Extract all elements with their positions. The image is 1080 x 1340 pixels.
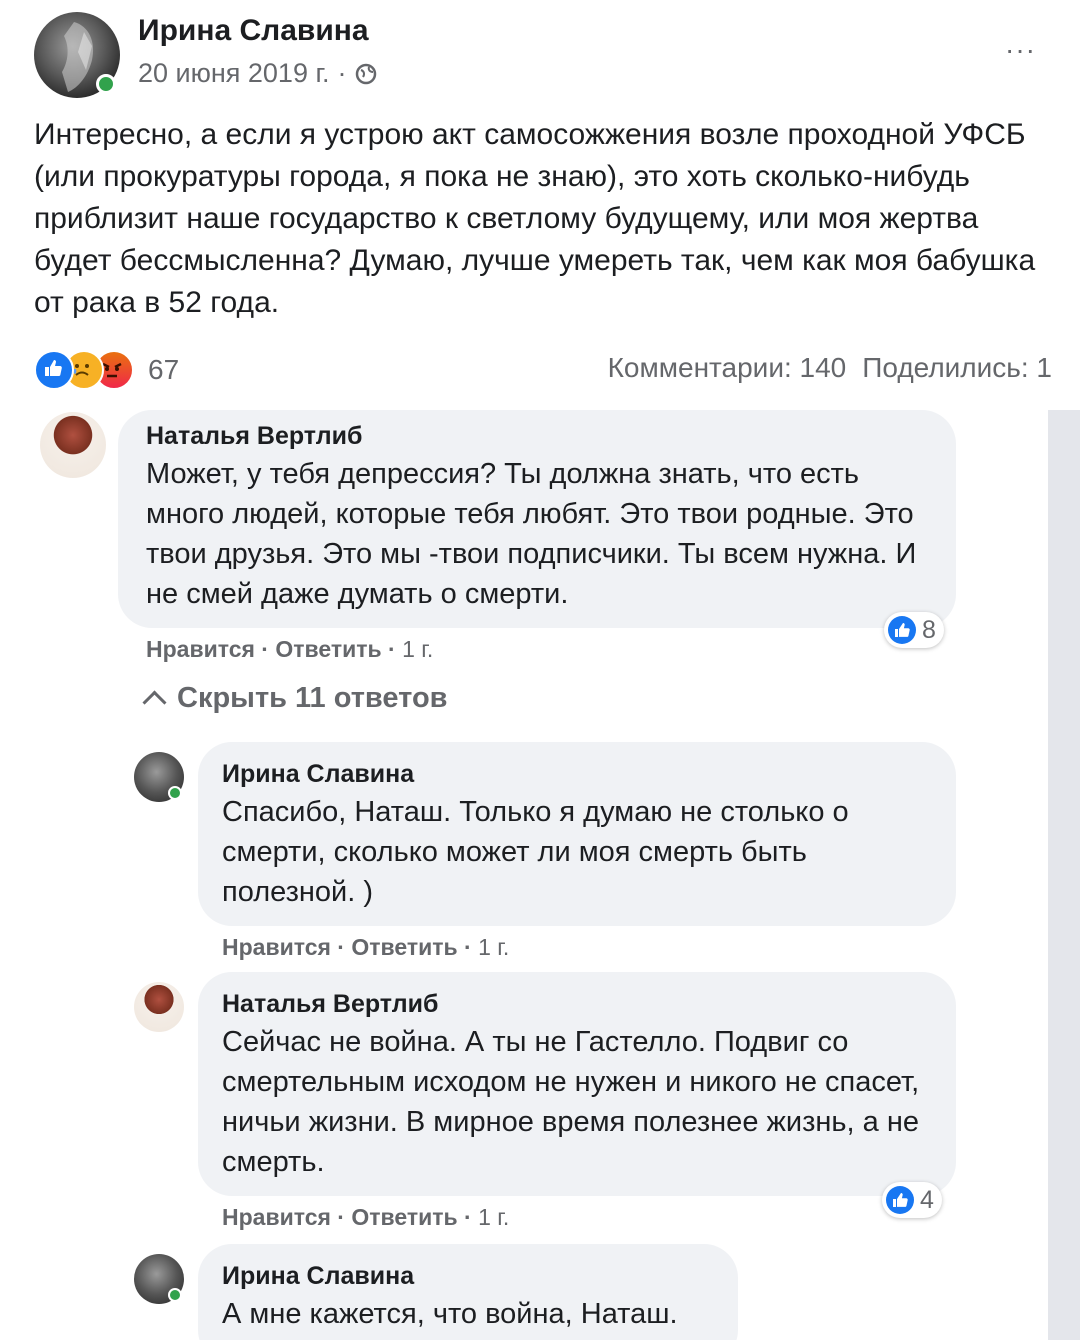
meta-separator: · [337,58,347,88]
reply-button[interactable]: Ответить [351,1204,457,1230]
commenter-avatar[interactable] [40,412,106,478]
reply-button[interactable]: Ответить [351,934,457,960]
reaction-count: 67 [148,354,180,385]
comment-actions: Нравится · Ответить · 1 г. [146,636,433,663]
like-icon [886,1186,914,1214]
comment-reaction-badge[interactable]: 8 [884,612,944,648]
hide-replies-label: Скрыть 11 ответов [177,682,448,714]
reply-text: Спасибо, Наташ. Только я думаю не стольк… [222,796,849,908]
comment-author[interactable]: Наталья Вертлиб [146,422,362,451]
reply-reaction-badge[interactable]: 4 [882,1182,942,1218]
reply-text: Сейчас не война. А ты не Гастелло. Подви… [222,1026,920,1178]
action-separator: · [464,934,472,960]
action-separator: · [337,1204,345,1230]
chevron-up-icon [142,690,167,715]
reply-author[interactable]: Ирина Славина [222,760,414,789]
comment-reaction-count: 8 [922,615,936,644]
online-status-icon [168,786,182,800]
reply-actions: Нравится · Ответить · 1 г. [222,934,509,961]
reply-time[interactable]: 1 г. [478,934,509,960]
online-status-icon [168,1288,182,1302]
like-icon [888,616,916,644]
reactions-summary[interactable]: 67 [34,350,179,390]
action-separator: · [337,934,345,960]
more-options-icon[interactable]: ··· [1005,34,1036,66]
reply-avatar[interactable] [134,982,184,1032]
post-text: Интересно, а если я устрою акт самосожже… [34,118,1036,319]
online-status-icon [96,74,116,94]
like-button[interactable]: Нравится [222,1204,331,1230]
reply-author[interactable]: Ирина Славина [222,1262,414,1291]
hide-replies-button[interactable]: Скрыть 11 ответов [142,682,448,715]
action-separator: · [464,1204,472,1230]
globe-icon [355,63,376,84]
reply-author[interactable]: Наталья Вертлиб [222,990,438,1019]
reply-time[interactable]: 1 г. [478,1204,509,1230]
post: Ирина Славина 20 июня 2019 г. · ··· Инте… [0,0,1080,410]
reply-actions: Нравится · Ответить · 1 г. [222,1204,509,1231]
comments-count-link[interactable]: Комментарии: 140 [608,352,847,384]
reply-reaction-count: 4 [920,1185,934,1214]
shares-count-link[interactable]: Поделились: 1 [862,352,1052,384]
reply-text: А мне кажется, что война, Наташ. [222,1298,678,1330]
action-separator: · [261,636,269,662]
like-button[interactable]: Нравится [222,934,331,960]
post-stats: Комментарии: 140 Поделились: 1 [608,352,1052,384]
post-meta: 20 июня 2019 г. · [138,58,377,89]
like-reaction-icon [34,350,74,390]
scrollbar[interactable] [1048,410,1080,1340]
comment-text: Может, у тебя депрессия? Ты должна знать… [146,458,917,610]
comment-time[interactable]: 1 г. [402,636,433,662]
action-separator: · [388,636,396,662]
post-date[interactable]: 20 июня 2019 г. [138,58,330,89]
comments-section: Наталья Вертлиб Может, у тебя депрессия?… [0,410,1080,1340]
post-author-name[interactable]: Ирина Славина [138,14,369,48]
like-button[interactable]: Нравится [146,636,255,662]
reply-button[interactable]: Ответить [275,636,381,662]
